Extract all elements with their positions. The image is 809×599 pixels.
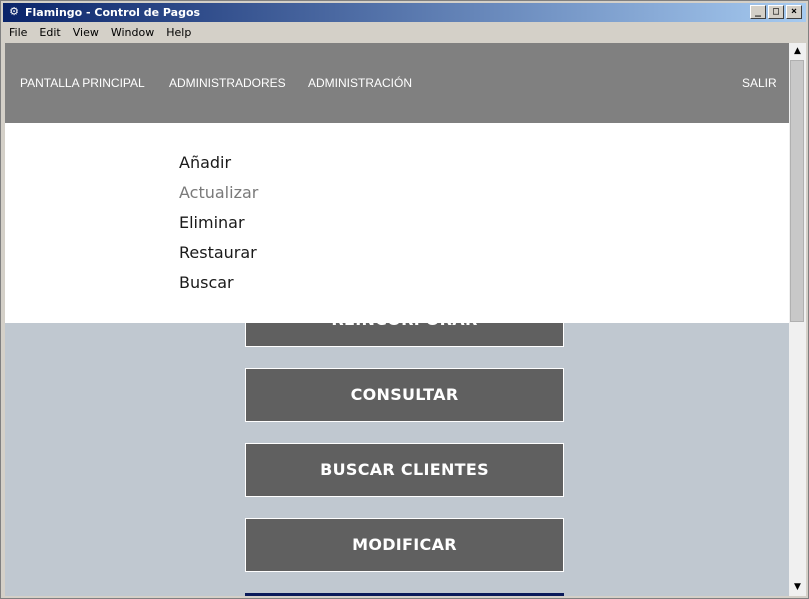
buscar-clientes-button[interactable]: BUSCAR CLIENTES xyxy=(245,443,564,497)
nav-administradores[interactable]: ADMINISTRADORES xyxy=(169,43,286,123)
nav-salir[interactable]: SALIR xyxy=(742,43,777,123)
dropdown-item-buscar[interactable]: Buscar xyxy=(179,268,234,298)
title-bar[interactable]: ⚙ Flamingo - Control de Pagos _ □ × xyxy=(3,3,806,22)
menu-window[interactable]: Window xyxy=(105,23,160,42)
nav-pantalla-principal[interactable]: PANTALLA PRINCIPAL xyxy=(20,43,145,123)
dropdown-item-anadir[interactable]: Añadir xyxy=(179,148,231,178)
app-window: ⚙ Flamingo - Control de Pagos _ □ × File… xyxy=(0,0,809,599)
nav-administracion[interactable]: ADMINISTRACIÓN xyxy=(308,43,412,123)
window-title: Flamingo - Control de Pagos xyxy=(25,6,201,19)
top-navigation: PANTALLA PRINCIPAL ADMINISTRADORES ADMIN… xyxy=(5,43,789,123)
main-content: PANTALLA PRINCIPAL ADMINISTRADORES ADMIN… xyxy=(5,43,789,596)
dropdown-item-actualizar[interactable]: Actualizar xyxy=(179,178,258,208)
dropdown-item-restaurar[interactable]: Restaurar xyxy=(179,238,257,268)
dropdown-item-eliminar[interactable]: Eliminar xyxy=(179,208,245,238)
close-button[interactable]: × xyxy=(786,5,802,19)
menu-help[interactable]: Help xyxy=(160,23,197,42)
menu-bar: File Edit View Window Help xyxy=(3,23,806,42)
partial-button-edge[interactable] xyxy=(245,593,564,596)
window-controls: _ □ × xyxy=(748,5,802,19)
menu-edit[interactable]: Edit xyxy=(33,23,66,42)
maximize-button[interactable]: □ xyxy=(768,5,784,19)
menu-view[interactable]: View xyxy=(67,23,105,42)
scrollbar-thumb[interactable] xyxy=(790,60,804,322)
modificar-button[interactable]: MODIFICAR xyxy=(245,518,564,572)
consultar-button[interactable]: CONSULTAR xyxy=(245,368,564,422)
scroll-down-icon[interactable]: ▼ xyxy=(789,579,806,596)
vertical-scrollbar[interactable]: ▲ ▼ xyxy=(789,43,806,596)
menu-file[interactable]: File xyxy=(3,23,33,42)
administradores-dropdown: Añadir Actualizar Eliminar Restaurar Bus… xyxy=(5,123,789,323)
gear-icon[interactable]: ⚙ xyxy=(7,5,21,19)
minimize-button[interactable]: _ xyxy=(750,5,766,19)
scroll-up-icon[interactable]: ▲ xyxy=(789,43,806,60)
